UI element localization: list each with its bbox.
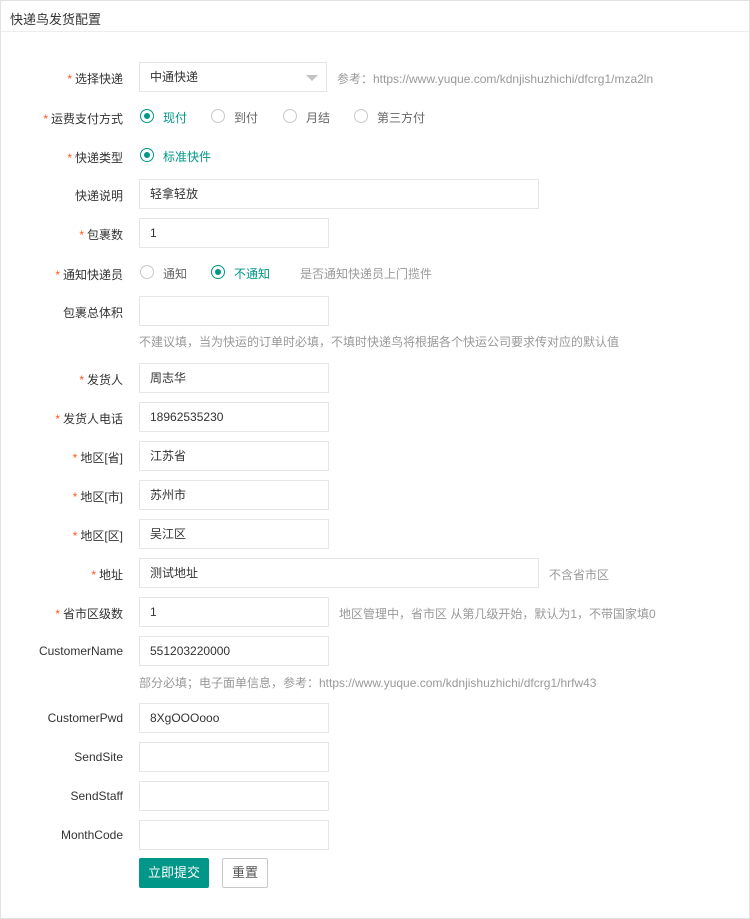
- payment-option-third-party[interactable]: 第三方付: [354, 107, 434, 127]
- volume-hint: 不建议填，当为快运的订单时必填，不填时快递鸟将根据各个快运公司要求传对应的默认值: [139, 335, 620, 349]
- customer-pwd-label: CustomerPwd: [47, 711, 123, 725]
- remark-label: 快递说明: [74, 189, 123, 203]
- province-input[interactable]: 江苏省: [139, 441, 329, 471]
- notify-option-yes[interactable]: 通知: [140, 263, 200, 283]
- customer-pwd-input[interactable]: 8XgOOOooo: [139, 703, 329, 733]
- sender-label: * 发货人: [79, 373, 123, 387]
- express-type-option-standard[interactable]: 标准快件: [140, 146, 220, 166]
- district-label: * 地区[区]: [72, 529, 123, 543]
- notify-hint: 是否通知快递员上门揽件: [300, 267, 433, 281]
- radio-checked-icon: [211, 265, 225, 279]
- submit-button[interactable]: 立即提交: [139, 858, 209, 888]
- sender-phone-input[interactable]: 18962535230: [139, 402, 329, 432]
- payment-option-monthly[interactable]: 月结: [283, 107, 343, 127]
- remark-input[interactable]: 轻拿轻放: [139, 179, 539, 209]
- volume-label: 包裹总体积: [62, 306, 123, 320]
- express-type-label: * 快递类型: [67, 151, 123, 165]
- packages-input[interactable]: 1: [139, 218, 329, 248]
- packages-label: * 包裹数: [79, 228, 123, 242]
- payment-option-prepaid[interactable]: 现付: [140, 107, 200, 127]
- region-level-label: * 省市区级数: [55, 607, 123, 621]
- volume-input[interactable]: [139, 296, 329, 326]
- address-label: * 地址: [91, 568, 123, 582]
- region-level-input[interactable]: 1: [139, 597, 329, 627]
- district-input[interactable]: 吴江区: [139, 519, 329, 549]
- customer-name-hint: 部分必填；电子面单信息，参考：https://www.yuque.com/kdn…: [139, 676, 597, 690]
- send-staff-input[interactable]: [139, 781, 329, 811]
- reset-button[interactable]: 重置: [222, 858, 268, 888]
- notify-label: * 通知快递员: [55, 268, 123, 282]
- radio-unchecked-icon: [354, 109, 368, 123]
- payment-label: * 运费支付方式: [43, 112, 123, 126]
- send-site-label: SendSite: [74, 750, 123, 764]
- sender-input[interactable]: 周志华: [139, 363, 329, 393]
- address-hint: 不含省市区: [549, 568, 610, 582]
- chevron-down-icon: [306, 75, 318, 81]
- courier-reference: 参考：https://www.yuque.com/kdnjishuzhichi/…: [337, 72, 654, 86]
- radio-unchecked-icon: [140, 265, 154, 279]
- city-input[interactable]: 苏州市: [139, 480, 329, 510]
- city-label: * 地区[市]: [72, 490, 123, 504]
- courier-select[interactable]: 中通快递: [139, 62, 327, 92]
- month-code-input[interactable]: [139, 820, 329, 850]
- radio-checked-icon: [140, 109, 154, 123]
- page-title: 快递鸟发货配置: [10, 12, 102, 27]
- sender-phone-label: * 发货人电话: [55, 412, 123, 426]
- customer-name-label: CustomerName: [38, 644, 123, 658]
- send-site-input[interactable]: [139, 742, 329, 772]
- radio-unchecked-icon: [211, 109, 225, 123]
- panel-header: 快递鸟发货配置: [1, 1, 749, 32]
- config-panel: 快递鸟发货配置 * 选择快递 中通快递 参考：https://www.yuque.…: [0, 0, 750, 919]
- courier-label: * 选择快递: [67, 72, 123, 86]
- radio-checked-icon: [140, 148, 154, 162]
- send-staff-label: SendStaff: [70, 789, 124, 803]
- month-code-label: MonthCode: [60, 828, 123, 842]
- customer-name-input[interactable]: 551203220000: [139, 636, 329, 666]
- radio-unchecked-icon: [283, 109, 297, 123]
- province-label: * 地区[省]: [72, 451, 123, 465]
- notify-option-no[interactable]: 不通知: [211, 263, 281, 283]
- courier-select-value: 中通快递: [150, 70, 199, 84]
- payment-option-cod[interactable]: 到付: [211, 107, 271, 127]
- region-level-hint: 地区管理中，省市区 从第几级开始，默认为1，不带国家填0: [339, 607, 656, 621]
- address-input[interactable]: 测试地址: [139, 558, 539, 588]
